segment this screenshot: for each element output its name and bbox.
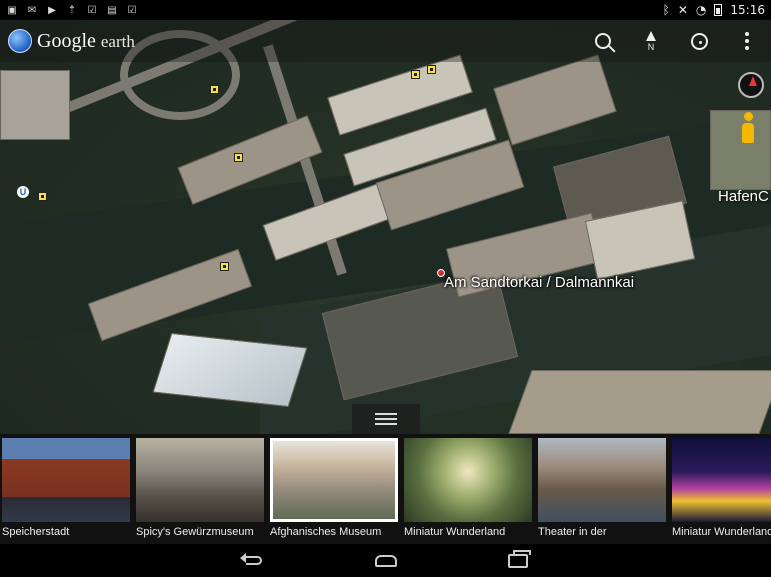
tour-card[interactable]: Miniatur Wunderland bbox=[672, 438, 771, 544]
my-location-button[interactable] bbox=[675, 20, 723, 62]
mute-icon: ✕ bbox=[677, 3, 688, 17]
north-arrow-icon: N bbox=[646, 30, 656, 52]
tour-thumbnail bbox=[136, 438, 264, 522]
tour-thumbnail bbox=[2, 438, 130, 522]
notification-icons: ▣ ✉ ▶ ⇡ ☑ ▤ ☑ bbox=[0, 5, 138, 16]
tour-drawer-handle[interactable] bbox=[352, 404, 420, 434]
upload-icon: ⇡ bbox=[67, 4, 77, 16]
tour-card[interactable]: Theater in der bbox=[538, 438, 666, 544]
satellite-map[interactable]: U bbox=[0, 20, 771, 434]
overflow-menu-button[interactable] bbox=[723, 20, 771, 62]
building bbox=[493, 54, 617, 146]
back-icon bbox=[239, 553, 262, 565]
app-bar: Google earth N bbox=[0, 20, 771, 62]
wifi-icon: ◔ bbox=[695, 3, 707, 17]
home-icon bbox=[374, 554, 397, 567]
tour-carousel: Speicherstadt Spicy's Gewürzmuseum Afgha… bbox=[0, 434, 771, 544]
tour-card[interactable]: Speicherstadt bbox=[2, 438, 130, 544]
app-bar-actions: N bbox=[579, 20, 771, 62]
tour-thumbnail bbox=[538, 438, 666, 522]
tour-card-selected[interactable]: Afghanisches Museum bbox=[270, 438, 398, 544]
tour-card[interactable]: Spicy's Gewürzmuseum bbox=[136, 438, 264, 544]
poi-marker[interactable] bbox=[411, 70, 420, 79]
compass-icon[interactable] bbox=[738, 72, 764, 98]
tour-card-label: Afghanisches Museum bbox=[270, 526, 382, 538]
clipboard-check-icon: ☑ bbox=[127, 4, 137, 16]
construction-site bbox=[508, 370, 771, 434]
status-bar: ▣ ✉ ▶ ⇡ ☑ ▤ ☑ ᛒ ✕ ◔ 15:16 bbox=[0, 0, 771, 20]
tour-card[interactable]: Miniatur Wunderland bbox=[404, 438, 532, 544]
globe-icon bbox=[8, 29, 32, 53]
search-icon bbox=[595, 33, 611, 49]
building-roof-white bbox=[152, 332, 308, 408]
tour-card-label: Spicy's Gewürzmuseum bbox=[136, 526, 254, 538]
building bbox=[0, 70, 70, 140]
brand-earth: earth bbox=[100, 31, 135, 51]
image-icon: ▣ bbox=[7, 4, 17, 16]
search-button[interactable] bbox=[579, 20, 627, 62]
back-button[interactable] bbox=[234, 544, 274, 577]
poi-marker[interactable] bbox=[38, 192, 47, 201]
poi-marker[interactable] bbox=[427, 65, 436, 74]
map-place-label[interactable]: HafenC bbox=[718, 188, 769, 205]
street-view-pegman-icon[interactable] bbox=[738, 112, 758, 144]
tour-thumbnail bbox=[270, 438, 398, 522]
battery-icon bbox=[714, 4, 723, 16]
overflow-menu-icon bbox=[745, 32, 749, 50]
clock: 15:16 bbox=[730, 3, 765, 17]
recents-icon bbox=[507, 549, 531, 568]
bluetooth-icon: ᛒ bbox=[662, 3, 670, 17]
tour-card-label: Theater in der bbox=[538, 526, 607, 538]
tour-card-label: Miniatur Wunderland bbox=[404, 526, 506, 538]
home-button[interactable] bbox=[366, 544, 406, 577]
north-label: N bbox=[647, 41, 655, 52]
system-nav-bar bbox=[0, 544, 771, 577]
location-label[interactable]: Am Sandtorkai / Dalmannkai bbox=[444, 274, 634, 291]
metro-station-icon[interactable]: U bbox=[17, 186, 29, 198]
play-icon: ▶ bbox=[48, 4, 56, 16]
mail-icon: ✉ bbox=[27, 4, 37, 16]
clipboard-check-icon: ☑ bbox=[87, 4, 97, 16]
poi-marker[interactable] bbox=[234, 153, 243, 162]
poi-marker[interactable] bbox=[210, 85, 219, 94]
tour-card-label: Speicherstadt bbox=[2, 526, 70, 538]
tour-thumbnail bbox=[404, 438, 532, 522]
google-earth-logo: Google earth bbox=[8, 29, 135, 53]
north-up-button[interactable]: N bbox=[627, 20, 675, 62]
briefcase-icon: ▤ bbox=[107, 4, 117, 16]
tour-card-label: Miniatur Wunderland bbox=[672, 526, 771, 538]
system-icons: ᛒ ✕ ◔ 15:16 bbox=[663, 3, 771, 17]
tour-thumbnail bbox=[672, 438, 771, 522]
my-location-icon bbox=[690, 32, 708, 50]
brand-google: Google bbox=[37, 29, 96, 52]
poi-marker[interactable] bbox=[220, 262, 229, 271]
recents-button[interactable] bbox=[498, 544, 538, 577]
